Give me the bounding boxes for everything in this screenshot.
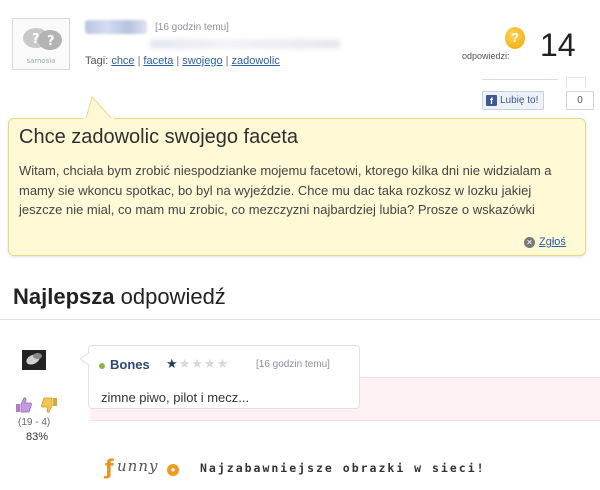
facebook-f-icon: f xyxy=(486,95,497,106)
vote-counts: (19 - 4) xyxy=(18,417,51,428)
svg-text:?: ? xyxy=(47,34,55,49)
avatar-shape xyxy=(33,353,42,359)
site-logo[interactable]: ƒ unny ● xyxy=(105,455,183,481)
facebook-like-label: Lubię to! xyxy=(500,95,539,106)
answer-card-tail xyxy=(80,352,90,366)
answer-text: zimne piwo, pilot i mecz... xyxy=(101,390,250,405)
answers-count: 14 xyxy=(540,27,576,63)
question-body: Witam, chciała bym zrobić niespodzianke … xyxy=(19,163,552,217)
rating-stars-icon: ★★★★★ xyxy=(166,356,229,372)
tags-row: Tagi: chce | faceta | swojego | zadowolic xyxy=(85,55,280,67)
answer-username[interactable]: Bones xyxy=(110,357,150,372)
avatar-logo-text: samosia xyxy=(26,57,56,65)
report-link[interactable]: ✕ Zgłoś xyxy=(524,236,566,248)
tag-separator: | xyxy=(137,55,141,67)
footer-tagline: Najzabawniejsze obrazki w sieci! xyxy=(200,461,486,475)
answers-bubble-icon: ? xyxy=(505,27,525,49)
tag-link-chce[interactable]: chce xyxy=(111,55,134,67)
tag-link-faceta[interactable]: faceta xyxy=(143,55,173,67)
report-label: Zgłoś xyxy=(539,236,566,248)
answerer-avatar[interactable] xyxy=(22,350,46,370)
svg-text:?: ? xyxy=(32,32,40,47)
redacted-header-text xyxy=(150,39,340,49)
asker-username-redacted xyxy=(85,20,147,34)
best-answer-heading-rest: odpowiedź xyxy=(114,284,226,309)
report-icon: ✕ xyxy=(524,236,535,248)
answer-posted-time: [16 godzin temu] xyxy=(256,359,330,370)
divider xyxy=(482,79,558,88)
speech-bubbles-icon: ? ? xyxy=(23,28,62,50)
tag-link-zadowolic[interactable]: zadowolic xyxy=(231,55,279,67)
thumb-up-icon[interactable] xyxy=(15,396,33,414)
facebook-like-button[interactable]: f Lubię to! xyxy=(482,91,545,110)
rating-stars: ★★★★ xyxy=(178,356,230,371)
tag-link-swojego[interactable]: swojego xyxy=(182,55,222,67)
best-answer-heading-bold: Najlepsza xyxy=(13,284,115,309)
tag-separator: | xyxy=(225,55,229,67)
question-box-tail xyxy=(84,96,114,120)
vote-percent: 83% xyxy=(26,431,49,443)
thumb-down-icon[interactable] xyxy=(40,396,58,414)
logo-dot-icon: ● xyxy=(167,464,179,476)
section-divider xyxy=(0,319,600,320)
tags-label: Tagi: xyxy=(85,55,109,67)
tag-separator: | xyxy=(176,55,180,67)
half-star-icon: ★ xyxy=(166,356,179,371)
question-title: Chce zadowolic swojego faceta xyxy=(19,126,299,148)
online-status-dot xyxy=(99,363,105,369)
logo-mark-icon: ƒ xyxy=(105,455,114,479)
asker-avatar[interactable]: ? ? samosia xyxy=(12,18,70,70)
question-posted-time: [16 godzin temu] xyxy=(155,22,229,33)
divider xyxy=(566,77,586,88)
logo-text: unny xyxy=(117,457,159,475)
best-answer-heading: Najlepsza odpowiedź xyxy=(13,284,226,310)
facebook-like-count: 0 xyxy=(566,91,594,110)
answers-label: odpowiedzi: xyxy=(462,51,510,61)
